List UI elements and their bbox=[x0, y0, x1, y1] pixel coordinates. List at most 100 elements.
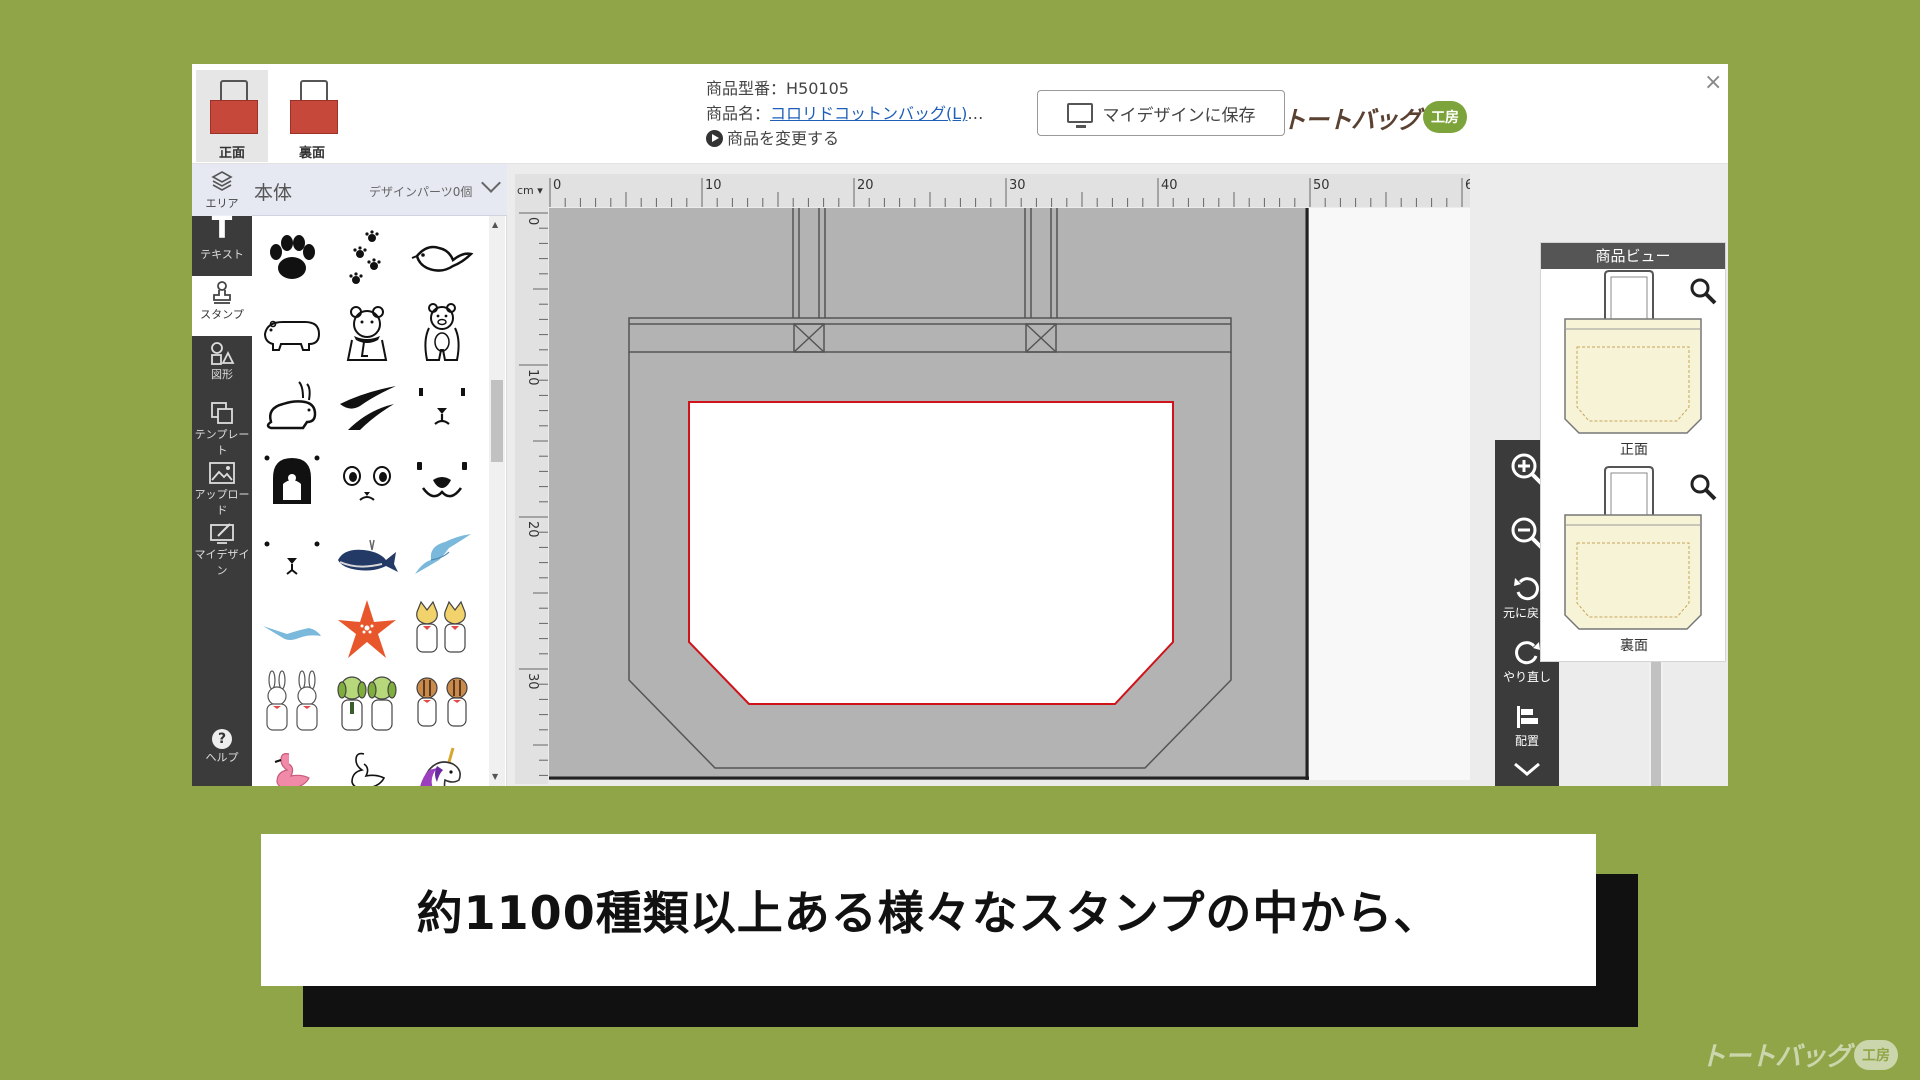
stamp-face-cat[interactable] bbox=[406, 370, 478, 444]
rail-item-shape[interactable]: 図形 bbox=[192, 336, 252, 396]
product-view-panel: 商品ビュー 正面 裏面 bbox=[1540, 242, 1726, 662]
product-info: 商品型番：H50105 商品名：コロリドコットンバッグ(L)… 商品を変更する bbox=[706, 76, 983, 151]
stamp-scrollbar[interactable]: ▲ ▼ bbox=[489, 216, 505, 786]
unit-selector[interactable]: cm ▾ bbox=[517, 184, 543, 197]
stamp-starfish[interactable] bbox=[331, 592, 403, 666]
stamp-dog-couple[interactable] bbox=[331, 666, 403, 740]
play-icon bbox=[706, 130, 723, 147]
swoosh-icon bbox=[340, 386, 396, 430]
zoom-front-icon[interactable] bbox=[1689, 277, 1717, 305]
change-product-link[interactable]: 商品を変更する bbox=[706, 126, 983, 151]
stamp-polar-bear[interactable] bbox=[256, 296, 328, 370]
whale-icon bbox=[338, 539, 398, 572]
ruler-label: 60 bbox=[1465, 178, 1470, 193]
redo-icon bbox=[1515, 641, 1540, 665]
ruler-label: 50 bbox=[1313, 178, 1330, 193]
chevron-down-icon[interactable] bbox=[481, 173, 501, 193]
tab-front-label: 正面 bbox=[218, 146, 245, 161]
rail-item-mydesign[interactable]: マイデザイン bbox=[192, 516, 252, 577]
stamp-cat-couple[interactable] bbox=[406, 592, 478, 666]
design-parts-count: デザインパーツ0個 bbox=[369, 185, 473, 199]
rail-item-text[interactable]: T テキスト bbox=[192, 211, 252, 276]
stamp-face-dog[interactable] bbox=[406, 444, 478, 518]
editor-window: 正面 裏面 商品型番：H50105 商品名：コロリドコットンバッグ(L)… 商品… bbox=[192, 64, 1728, 786]
watermark-logo: トートバッグ 工房 bbox=[1700, 1036, 1899, 1073]
bag-stage[interactable] bbox=[549, 208, 1470, 780]
tab-back-label: 裏面 bbox=[298, 146, 325, 161]
ruler-horizontal: 0 10 20 30 40 50 60 bbox=[515, 174, 1482, 207]
close-button[interactable]: × bbox=[1704, 70, 1722, 95]
chevron-down-icon bbox=[1514, 762, 1540, 776]
rail-item-template[interactable]: テンプレート bbox=[192, 396, 252, 457]
help-icon: ? bbox=[212, 729, 232, 749]
panel-header[interactable]: 本体 デザインパーツ0個 bbox=[252, 164, 507, 216]
bag-front-icon bbox=[210, 80, 258, 136]
seagull-flying-icon bbox=[263, 626, 321, 640]
stamp-rabbit[interactable] bbox=[256, 370, 328, 444]
rabbit-icon bbox=[266, 381, 317, 430]
stamp-swoosh[interactable] bbox=[331, 370, 403, 444]
rail-item-stamp[interactable]: スタンプ bbox=[192, 276, 252, 336]
panel-title: 本体 bbox=[254, 182, 293, 204]
tab-back[interactable]: 裏面 bbox=[276, 70, 348, 162]
help-button[interactable]: ? ヘルプ bbox=[192, 729, 252, 765]
scroll-down-icon[interactable]: ▼ bbox=[492, 772, 498, 781]
product-view-back[interactable]: 裏面 bbox=[1541, 465, 1727, 655]
align-label: 配置 bbox=[1514, 734, 1539, 748]
mydesign-icon bbox=[192, 516, 252, 546]
area-label: エリア bbox=[205, 197, 239, 210]
stamp-flamingo-pink[interactable] bbox=[256, 740, 328, 786]
help-label: ヘルプ bbox=[205, 751, 239, 764]
stamp-unicorn[interactable] bbox=[406, 740, 478, 786]
stamp-whale[interactable] bbox=[331, 518, 403, 592]
rail-item-mydesign-label: マイデザイン bbox=[194, 548, 250, 577]
dog-couple-icon bbox=[337, 676, 397, 731]
caption-box: 約1100種類以上ある様々なスタンプの中から、 bbox=[261, 834, 1596, 986]
bird-icon bbox=[411, 245, 474, 272]
stamp-bear-standing[interactable] bbox=[406, 296, 478, 370]
face-small-icon bbox=[264, 541, 320, 575]
face-dog-icon bbox=[417, 462, 467, 498]
face-penguin-icon bbox=[264, 455, 320, 504]
save-design-button[interactable]: マイデザインに保存 bbox=[1037, 90, 1285, 136]
stamp-face-small[interactable] bbox=[256, 518, 328, 592]
product-name: 商品名：コロリドコットンバッグ(L)… bbox=[706, 101, 983, 126]
product-name-link[interactable]: コロリドコットンバッグ(L) bbox=[770, 104, 967, 123]
rail-item-upload-label: アップロード bbox=[194, 488, 250, 517]
watermark-text: トートバッグ bbox=[1700, 1042, 1851, 1072]
product-view-back-label: 裏面 bbox=[1620, 638, 1648, 654]
rail-item-template-label: テンプレート bbox=[194, 428, 250, 457]
paw-prints-icon bbox=[349, 230, 381, 284]
stamp-bird[interactable] bbox=[406, 222, 478, 296]
stamp-seagull[interactable] bbox=[406, 518, 478, 592]
scrollbar-thumb[interactable] bbox=[491, 380, 503, 462]
face-cat-icon bbox=[419, 388, 465, 425]
scroll-up-icon[interactable]: ▲ bbox=[492, 220, 498, 229]
ruler-vertical: 0 10 20 30 bbox=[515, 207, 548, 784]
tab-front[interactable]: 正面 bbox=[196, 70, 268, 162]
product-name-prefix: 商品名： bbox=[706, 104, 771, 123]
stamp-bear-scarf[interactable] bbox=[331, 296, 403, 370]
align-icon bbox=[1517, 706, 1538, 728]
polar-bear-icon bbox=[263, 320, 321, 351]
zoom-back-icon[interactable] bbox=[1689, 473, 1717, 501]
ruler-label: 30 bbox=[525, 673, 540, 690]
stamp-flamingo-outline[interactable] bbox=[331, 740, 403, 786]
stamp-face-cat-eyes[interactable] bbox=[331, 444, 403, 518]
ruler-label: 30 bbox=[1009, 178, 1026, 193]
stamp-rabbit-couple[interactable] bbox=[256, 666, 328, 740]
stamp-paw[interactable] bbox=[256, 222, 328, 296]
stamp-seagull-flying[interactable] bbox=[256, 592, 328, 666]
print-area bbox=[688, 401, 1174, 705]
stamp-face-penguin[interactable] bbox=[256, 444, 328, 518]
stamp-chipmunk-couple[interactable] bbox=[406, 666, 478, 740]
rail-item-upload[interactable]: アップロード bbox=[192, 456, 252, 517]
undo-icon bbox=[1514, 577, 1539, 601]
product-view-front-label: 正面 bbox=[1620, 442, 1648, 458]
align-button[interactable]: 配置 bbox=[1495, 702, 1559, 749]
caption-text: 約1100種類以上ある様々なスタンプの中から、 bbox=[416, 886, 1441, 940]
product-view-front[interactable]: 正面 bbox=[1541, 269, 1727, 459]
area-button[interactable]: エリア bbox=[192, 164, 252, 216]
stamp-paw-prints[interactable] bbox=[331, 222, 403, 296]
tools-more-button[interactable] bbox=[1495, 758, 1559, 780]
